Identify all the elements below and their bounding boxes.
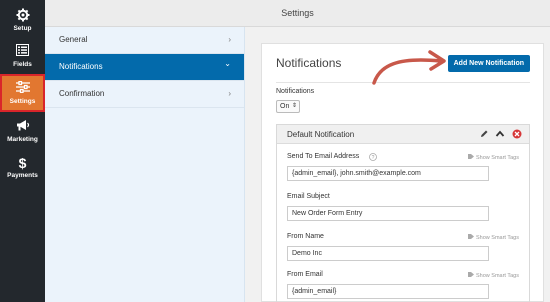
chevron-right-icon: › [228,89,231,98]
field-label: Email Subject [287,193,330,200]
smart-tags-label: Show Smart Tags [475,272,519,279]
megaphone-icon [0,119,45,135]
subnav-item-confirmation[interactable]: Confirmation › [45,81,244,108]
help-icon[interactable]: ? [369,153,377,161]
tags-icon [467,154,474,161]
field-label: From Email [287,271,323,278]
show-smart-tags-link[interactable]: Show Smart Tags [467,272,519,279]
builder-sidebar: Setup Fields Settings Marketing $ Paymen… [0,0,45,302]
list-icon [0,44,45,60]
tags-icon [467,272,474,279]
smart-tags-label: Show Smart Tags [475,154,519,161]
settings-subnav: General › Notifications ⌄ Confirmation › [45,27,245,302]
svg-text:?: ? [372,155,375,161]
rail-item-label: Marketing [7,136,38,143]
default-notification-header[interactable]: Default Notification [277,125,529,144]
subnav-item-label: Notifications [59,62,103,71]
email-subject-field[interactable]: New Order Form Entry [287,206,489,221]
rail-item-setup[interactable]: Setup [0,2,45,38]
tags-icon [467,234,474,241]
top-header: Settings [45,0,550,27]
pencil-icon[interactable] [478,128,490,140]
select-arrows-icon: ⇕ [291,103,297,109]
subnav-item-label: Confirmation [59,89,105,98]
panel-title: Notifications [276,56,342,70]
notifications-select[interactable]: On ⇕ [276,100,300,113]
dollar-icon: $ [18,155,27,171]
page-title: Settings [281,8,314,18]
field-label: Send To Email Address [287,153,360,160]
gear-icon [0,8,45,24]
notifications-toggle-label: Notifications [276,88,315,95]
default-notification-box: Default Notification Send To Email Addre… [276,124,530,302]
notification-title: Default Notification [287,130,355,139]
delete-icon[interactable] [511,128,523,140]
rail-item-label: Payments [7,172,38,179]
rail-item-marketing[interactable]: Marketing [0,113,45,149]
notifications-select-value: On [280,103,290,110]
subnav-item-notifications[interactable]: Notifications ⌄ [45,54,244,81]
rail-item-settings[interactable]: Settings [0,74,45,112]
chevron-up-icon[interactable] [494,128,506,140]
subnav-item-general[interactable]: General › [45,27,244,54]
from-email-field[interactable]: {admin_email} [287,284,489,299]
rail-item-label: Settings [9,98,36,105]
send-to-email-field[interactable]: {admin_email}, john.smith@example.com [287,166,489,181]
field-label: From Name [287,233,324,240]
show-smart-tags-link[interactable]: Show Smart Tags [467,234,519,241]
add-notification-button[interactable]: Add New Notification [447,55,530,72]
subnav-item-label: General [59,35,88,44]
chevron-right-icon: › [228,35,231,44]
show-smart-tags-link[interactable]: Show Smart Tags [467,154,519,161]
sliders-icon [0,80,45,97]
rail-item-label: Fields [13,61,32,68]
rail-item-label: Setup [13,25,32,32]
rail-item-payments[interactable]: $ Payments [0,149,45,185]
chevron-down-icon: ⌄ [224,59,231,68]
rail-item-fields[interactable]: Fields [0,38,45,74]
annotation-arrow [372,50,446,85]
from-name-field[interactable]: Demo Inc [287,246,489,261]
smart-tags-label: Show Smart Tags [475,234,519,241]
